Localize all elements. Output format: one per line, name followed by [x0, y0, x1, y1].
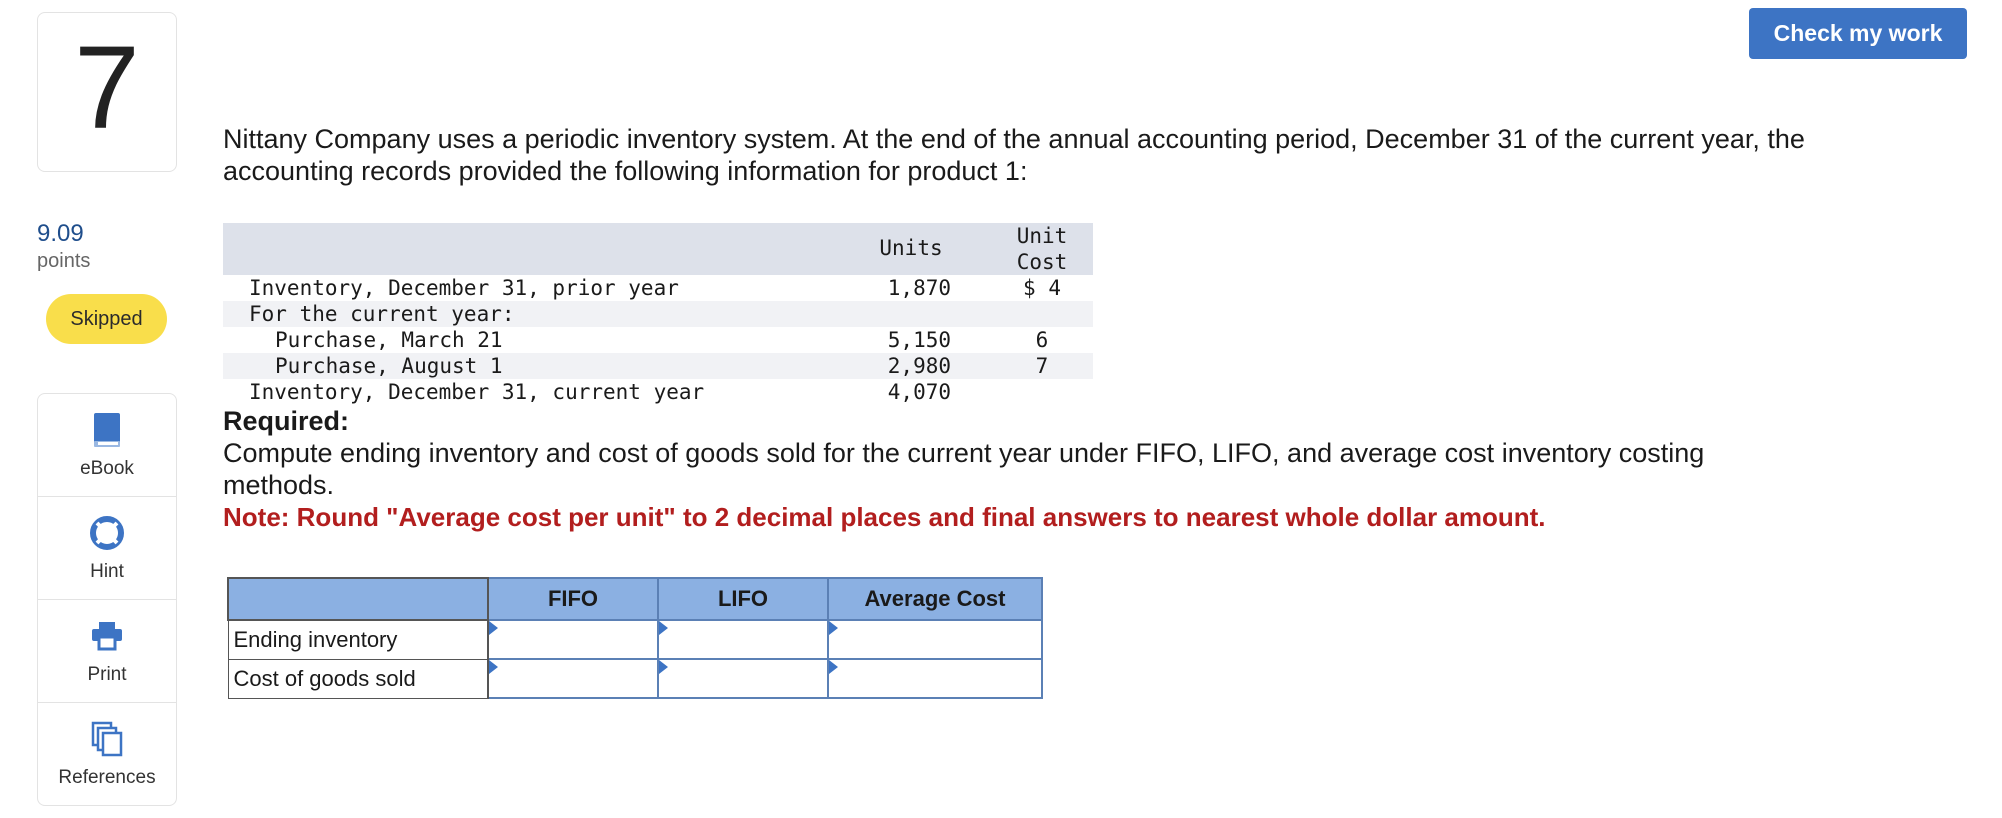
average-cost-header: Average Cost [827, 577, 1043, 621]
print-button[interactable]: Print [38, 600, 176, 703]
cell-marker-icon [489, 621, 498, 635]
row-cost: $ 4 [1023, 276, 1061, 300]
lifo-header: LIFO [657, 577, 829, 621]
tools-panel: eBook Hint Print References [37, 393, 177, 806]
ebook-button[interactable]: eBook [38, 394, 176, 497]
hint-button[interactable]: Hint [38, 497, 176, 600]
cell-marker-icon [489, 660, 498, 674]
cell-marker-icon [829, 621, 838, 635]
ebook-label: eBook [80, 458, 134, 479]
references-button[interactable]: References [38, 703, 176, 805]
printer-icon [90, 616, 124, 656]
row-units: 5,150 [887, 328, 951, 352]
check-my-work-button[interactable]: Check my work [1749, 8, 1967, 59]
row-label: Purchase, August 1 [275, 354, 503, 378]
cogs-average-input[interactable] [829, 660, 1041, 697]
data-row: Inventory, December 31, prior year 1,870… [223, 275, 1093, 301]
row-label: Inventory, December 31, current year [249, 380, 705, 404]
required-heading: Required: [223, 406, 350, 436]
print-label: Print [87, 664, 127, 685]
row-units: 4,070 [887, 380, 951, 404]
row-label: Cost of goods sold [227, 658, 489, 699]
answer-header-blank [227, 577, 489, 621]
data-row: Purchase, August 1 2,980 7 [223, 353, 1093, 379]
rounding-note: Note: Round "Average cost per unit" to 2… [223, 502, 1546, 532]
cogs-lifo-input[interactable] [659, 660, 827, 697]
data-row: For the current year: [223, 301, 1093, 327]
cell-marker-icon [659, 621, 668, 635]
row-units: 2,980 [887, 354, 951, 378]
copy-icon [91, 719, 123, 759]
points-label: points [37, 250, 91, 272]
required-text: Compute ending inventory and cost of goo… [223, 438, 1705, 500]
lifebuoy-icon [90, 513, 124, 553]
row-label: Ending inventory [227, 619, 489, 660]
row-label: Inventory, December 31, prior year [249, 276, 679, 300]
status-badge: Skipped [46, 294, 167, 344]
answer-table: FIFO LIFO Average Cost Ending inventory … [227, 577, 1043, 699]
data-row: Purchase, March 21 5,150 6 [223, 327, 1093, 353]
row-label: Purchase, March 21 [275, 328, 503, 352]
answer-row-cogs: Cost of goods sold [227, 658, 1043, 699]
ending-inventory-average-input[interactable] [829, 621, 1041, 658]
answer-row-ending-inventory: Ending inventory [227, 619, 1043, 660]
cell-marker-icon [659, 660, 668, 674]
ending-inventory-lifo-input[interactable] [659, 621, 827, 658]
book-icon [92, 410, 122, 450]
problem-intro: Nittany Company uses a periodic inventor… [223, 124, 1805, 186]
ending-inventory-fifo-input[interactable] [489, 621, 657, 658]
row-units: 1,870 [887, 276, 951, 300]
inventory-data-table: Units Unit Cost Inventory, December 31, … [223, 223, 1093, 405]
row-cost: 7 [1035, 354, 1049, 378]
data-table-header: Units Unit Cost [223, 223, 1093, 275]
units-header: Units [879, 236, 943, 260]
answer-header-row: FIFO LIFO Average Cost [227, 577, 1043, 621]
hint-label: Hint [90, 561, 124, 582]
points-value: 9.09 [37, 220, 84, 247]
references-label: References [58, 767, 156, 788]
row-cost: 6 [1035, 328, 1049, 352]
cell-marker-icon [829, 660, 838, 674]
row-label: For the current year: [249, 302, 515, 326]
question-number: 7 [74, 22, 140, 154]
question-number-box: 7 [37, 12, 177, 172]
data-row: Inventory, December 31, current year 4,0… [223, 379, 1093, 405]
cogs-fifo-input[interactable] [489, 660, 657, 697]
unit-cost-header: Unit Cost [1016, 224, 1068, 274]
fifo-header: FIFO [487, 577, 659, 621]
